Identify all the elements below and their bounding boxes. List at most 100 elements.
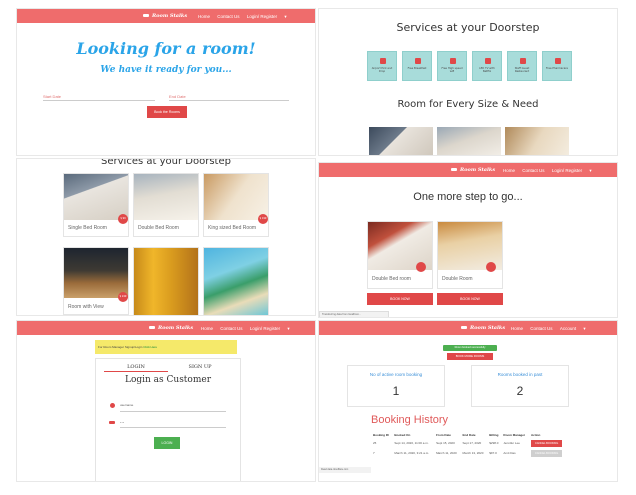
dashboard-panel: Room Stalks Home Contact Us Account ▾ Ro… (318, 320, 618, 482)
chevron-down-icon[interactable]: ▾ (589, 168, 591, 173)
bed-icon (143, 14, 149, 17)
room-card[interactable]: Room with View $ 249 (63, 247, 129, 315)
navbar: Room Stalks Home Contact Us Login/ Regis… (17, 321, 315, 335)
nav-home[interactable]: Home (201, 326, 213, 331)
nav-account[interactable]: Account (560, 326, 576, 331)
room-thumb-1[interactable] (369, 127, 433, 155)
room-card[interactable]: Double Bed Room (133, 173, 199, 237)
service-tile: Free High speed wifi (437, 51, 467, 81)
end-date-input[interactable]: End Date (169, 94, 269, 99)
browser-status-bar: Transferring data from localhost... (319, 311, 389, 317)
browser-status-bar: Read data.cloudflare.com (319, 467, 371, 473)
brand-logo[interactable]: Room Stalks (149, 325, 193, 331)
checkout-panel: Room Stalks Home Contact Us Login/ Regis… (318, 162, 618, 318)
nav-contact[interactable]: Contact Us (522, 168, 544, 173)
table-cell: Sept 17, 2020 (462, 441, 482, 445)
start-date-underline (43, 100, 155, 101)
cell-action: CANCEL BOOKING (529, 448, 567, 458)
brand-logo[interactable]: Room Stalks (451, 167, 495, 173)
chevron-down-icon[interactable]: ▾ (583, 326, 585, 331)
screenshot-collage: Room Stalks Home Contact Us Login/ Regis… (0, 0, 636, 495)
nav-contact[interactable]: Contact Us (220, 326, 242, 331)
room-image (134, 248, 198, 315)
manager-banner-link[interactable]: Click Here (143, 345, 157, 349)
room-name: Double Bed Room (138, 225, 179, 231)
services-heading: Services at your Doorstep (396, 21, 540, 34)
service-tile: Free Pharmacare (542, 51, 572, 81)
cell-action: CANCEL BOOKING (529, 438, 567, 448)
table-cell: March 11, 2020, 3:21 a.m. (394, 451, 430, 455)
active-tab-indicator (104, 371, 168, 372)
login-button[interactable]: LOGIN (154, 437, 180, 449)
room-name: Double Bed room (372, 276, 411, 282)
checkout-heading: One more step to go... (413, 191, 523, 203)
nav-login-register[interactable]: Login/ Register (247, 14, 277, 19)
nav-home[interactable]: Home (511, 326, 523, 331)
tab-signup[interactable]: SIGN UP (168, 364, 232, 370)
stat-card-past: Rooms booked in past 2 (471, 365, 569, 407)
cancel-booking-button[interactable]: CANCEL BOOKING (531, 449, 563, 457)
room-card[interactable]: King sized Bed Room $ 199 (203, 173, 269, 237)
navbar: Room Stalks Home Contact Us Login/ Regis… (17, 9, 315, 23)
coffee-icon (415, 58, 421, 64)
bed-icon (149, 326, 155, 329)
brand-logo[interactable]: Room Stalks (461, 325, 505, 331)
room-card[interactable] (203, 247, 269, 315)
service-tile: LED TV with Netflix (472, 51, 502, 81)
tv-icon (485, 58, 491, 64)
nav-home[interactable]: Home (198, 14, 210, 19)
room-name: Room with View (68, 304, 104, 310)
stat-value: 2 (516, 384, 524, 398)
medical-icon (555, 58, 561, 64)
stat-value: 1 (392, 384, 400, 398)
room-thumb-3[interactable] (505, 127, 569, 155)
service-label: Free Pharmacare (546, 67, 568, 70)
room-name: Double Room (442, 276, 473, 282)
service-label: Free High speed wifi (441, 67, 463, 74)
book-now-button[interactable]: BOOK NOW (437, 293, 503, 305)
tab-login[interactable]: LOGIN (104, 364, 168, 370)
nav-login-register[interactable]: Login/ Register (552, 168, 582, 173)
price-badge (416, 262, 426, 272)
password-field[interactable]: ... (120, 419, 124, 425)
success-alert: Room booked successfully (443, 345, 497, 351)
table-cell: March 11, 2020 (436, 451, 457, 455)
nav-contact[interactable]: Contact Us (217, 14, 239, 19)
start-date-input[interactable]: Start Date (43, 94, 143, 99)
table-cell: $298.0 (489, 441, 499, 445)
bed-icon (451, 168, 457, 171)
nav-login-register[interactable]: Login/ Register (250, 326, 280, 331)
login-card: LOGIN SIGN UP Login as Customer username… (95, 358, 241, 481)
end-date-underline (169, 100, 289, 101)
login-heading: Login as Customer (124, 375, 212, 385)
navbar: Room Stalks Home Contact Us Account ▾ (319, 321, 617, 335)
room-thumb-2[interactable] (437, 127, 501, 155)
cancel-booking-button[interactable]: CANCEL BOOKING (531, 439, 563, 447)
search-rooms-button[interactable]: Book the Rooms (147, 106, 187, 118)
price-badge: $ 99 (118, 214, 128, 224)
stat-label: Rooms booked in past (497, 372, 543, 377)
manager-banner: For Room Manager Signup/Login Click Here (95, 340, 237, 354)
room-name: King sized Bed Room (208, 225, 257, 231)
booking-history-heading: Booking History (371, 414, 449, 426)
chevron-down-icon[interactable]: ▾ (284, 14, 286, 19)
stat-label: No of active room booking (369, 372, 423, 377)
booking-card: Double Bed room (367, 221, 433, 289)
chevron-down-icon[interactable]: ▾ (287, 326, 289, 331)
service-label: LED TV with Netflix (479, 67, 495, 74)
table-row: 7 March 11, 2020, 3:21 a.m. March 11, 2020… (371, 448, 567, 458)
booking-card: Double Room (437, 221, 503, 289)
nav-home[interactable]: Home (503, 168, 515, 173)
book-more-rooms-button[interactable]: BOOK MORE ROOMS (447, 353, 493, 360)
nav-contact[interactable]: Contact Us (530, 326, 552, 331)
brand-logo[interactable]: Room Stalks (143, 13, 187, 19)
table-row: 25 Sept 14, 2020, 11:00 a.m. Sept 15, 2020… (371, 438, 567, 448)
room-image (204, 248, 268, 315)
username-field[interactable]: username (120, 403, 133, 407)
manager-banner-text: For Room Manager Signup/Login (98, 345, 143, 349)
rooms-heading: Room for Every Size & Need (397, 99, 539, 110)
room-card[interactable] (133, 247, 199, 315)
password-underline (120, 427, 226, 428)
book-now-button[interactable]: BOOK NOW (367, 293, 433, 305)
room-card[interactable]: Single Bed Room $ 99 (63, 173, 129, 237)
